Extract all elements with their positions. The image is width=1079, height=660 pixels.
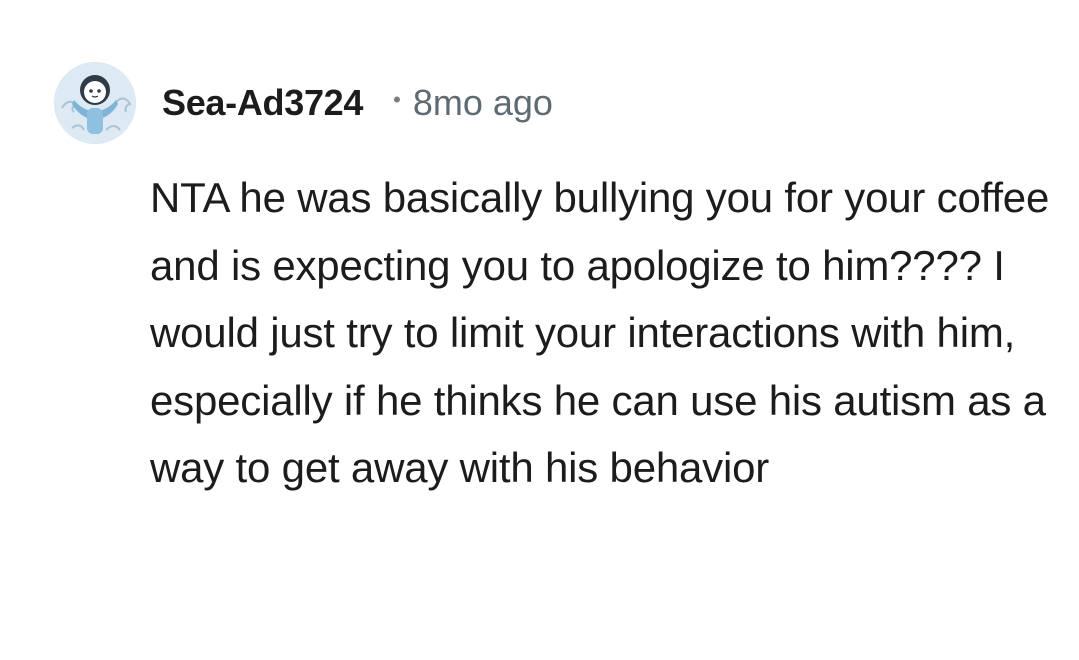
- comment-body: NTA he was basically bullying you for yo…: [150, 174, 1050, 491]
- username[interactable]: Sea-Ad3724: [162, 82, 363, 124]
- snoo-avatar-icon: [54, 62, 136, 144]
- avatar[interactable]: [54, 62, 136, 144]
- comment-header: Sea-Ad3724 • 8mo ago: [162, 78, 553, 128]
- separator-dot: •: [393, 87, 401, 112]
- timestamp[interactable]: 8mo ago: [413, 82, 553, 124]
- comment: Sea-Ad3724 • 8mo ago NTA he was basicall…: [0, 0, 1079, 660]
